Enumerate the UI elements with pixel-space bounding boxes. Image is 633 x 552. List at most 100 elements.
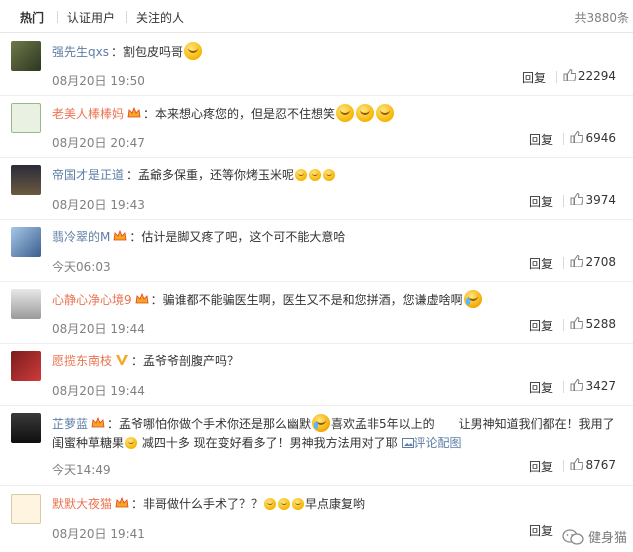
tab-divider — [57, 11, 58, 23]
like-count: 22294 — [577, 69, 616, 83]
comment-time: 今天14:49 — [52, 463, 111, 477]
emoji-smile-icon — [295, 169, 308, 181]
emoji-sad-icon — [264, 498, 277, 510]
emoji-smile-icon — [356, 104, 375, 122]
comment-username[interactable]: 愿揽东南枝 — [52, 354, 112, 368]
comment-text: 骗谁都不能骗医生啊，医生又不是和您拼酒，您谦虚啥啊 — [162, 293, 463, 307]
avatar[interactable] — [11, 103, 41, 133]
comment-username[interactable]: 老美人棒棒妈 — [52, 107, 124, 121]
emoji-smile-icon — [376, 104, 395, 122]
crown-badge-icon — [127, 107, 141, 118]
reply-button[interactable]: 回复 — [529, 131, 553, 148]
comment-item: 愿揽东南枝 ：孟爷爷剖腹产吗？ 08月20日 19:44 回复 3427 — [0, 344, 633, 406]
comment-text: 喜欢孟非5年以上的 让男神知道我们都在！我用了 — [331, 417, 615, 431]
avatar[interactable] — [11, 289, 41, 319]
comment-username[interactable]: 强先生qxs — [52, 45, 109, 59]
like-button[interactable]: 6946 — [570, 131, 616, 145]
comment-text: 孟爺多保重，还等你烤玉米呢 — [138, 168, 295, 182]
comment-time: 08月20日 19:44 — [52, 322, 145, 336]
comment-total-count: 共3880条 — [574, 11, 629, 25]
thumbs-up-icon — [570, 255, 584, 267]
avatar[interactable] — [11, 351, 41, 381]
wechat-icon — [562, 529, 584, 545]
emoji-sad-icon — [292, 498, 305, 510]
comment-username[interactable]: 翡冷翠的M — [52, 230, 110, 244]
reply-button[interactable]: 回复 — [529, 522, 553, 539]
emoji-sparkle-icon — [125, 437, 138, 449]
comment-username[interactable]: 默默大夜猫 — [52, 497, 112, 511]
reply-button[interactable]: 回复 — [529, 317, 553, 334]
tab-hot[interactable]: 热门 — [20, 9, 44, 26]
watermark-text: 健身猫 — [587, 531, 627, 546]
reply-button[interactable]: 回复 — [529, 458, 553, 475]
like-count: 3974 — [585, 193, 616, 207]
tab-verified-users[interactable]: 认证用户 — [67, 9, 115, 26]
comment-time: 08月20日 20:47 — [52, 136, 145, 150]
emoji-doge-icon — [184, 42, 203, 60]
avatar[interactable] — [11, 165, 41, 195]
comment-text: 本来想心疼您的，但是忍不住想笑 — [155, 107, 336, 121]
avatar[interactable] — [11, 41, 41, 71]
watermark: 健身猫 — [562, 527, 627, 546]
comment-username[interactable]: 帝国才是正道 — [52, 168, 124, 182]
comment-username[interactable]: 心静心净心境9 — [52, 293, 132, 307]
comment-username[interactable]: 芷萝蓝 — [52, 417, 88, 431]
comment-text: 减四十多 现在变好看多了！男神我方法用对了耶 — [141, 436, 398, 450]
crown-badge-icon — [115, 497, 129, 508]
emoji-laugh-cry-icon — [463, 290, 482, 308]
thumbs-up-icon — [570, 379, 584, 391]
comment-text: 早点康复哟 — [305, 497, 366, 511]
like-button[interactable]: 2708 — [570, 255, 616, 269]
action-divider — [563, 257, 564, 269]
like-button[interactable]: 3974 — [570, 193, 616, 207]
reply-button[interactable]: 回复 — [529, 193, 553, 210]
thumbs-up-icon — [570, 131, 584, 143]
avatar[interactable] — [11, 413, 41, 443]
comment-item: 帝国才是正道 ：孟爺多保重，还等你烤玉米呢 08月20日 19:43 回复 397… — [0, 158, 633, 220]
comment-tabs: 热门 认证用户 关注的人 共3880条 — [0, 0, 633, 33]
thumbs-up-icon — [563, 69, 576, 81]
crown-badge-icon — [113, 230, 127, 241]
action-divider — [556, 71, 557, 83]
comment-text: 闺蜜种草糖果 — [52, 436, 125, 450]
tab-following[interactable]: 关注的人 — [136, 9, 184, 26]
comment-text: 非哥做什么手术了？？ — [143, 497, 264, 511]
action-divider — [563, 133, 564, 145]
thumbs-up-icon — [570, 458, 584, 470]
reply-button[interactable]: 回复 — [522, 69, 546, 86]
comment-image-link[interactable]: 评论配图 — [414, 436, 462, 450]
comment-item: 强先生qxs ：割包皮吗哥 08月20日 19:50 回复 22294 — [0, 34, 633, 96]
reply-button[interactable]: 回复 — [529, 255, 553, 272]
like-button[interactable]: 22294 — [563, 69, 616, 83]
avatar[interactable] — [11, 494, 41, 524]
emoji-smile-icon — [336, 104, 355, 122]
comment-time: 今天06:03 — [52, 260, 111, 274]
comment-time: 08月20日 19:43 — [52, 198, 145, 212]
comment-time: 08月20日 19:44 — [52, 384, 145, 398]
avatar[interactable] — [11, 227, 41, 257]
comment-time: 08月20日 19:50 — [52, 74, 145, 88]
like-count: 6946 — [585, 131, 616, 145]
tab-divider — [126, 11, 127, 23]
action-divider — [563, 381, 564, 393]
like-button[interactable]: 8767 — [570, 458, 616, 472]
reply-button[interactable]: 回复 — [529, 379, 553, 396]
comment-item: 芷萝蓝 ：孟爷哪怕你做个手术你还是那么幽默 喜欢孟非5年以上的 让男神知道我们都在！… — [0, 406, 633, 486]
comment-time: 08月20日 19:41 — [52, 527, 145, 541]
emoji-sad-icon — [278, 498, 291, 510]
like-button[interactable]: 3427 — [570, 379, 616, 393]
verified-v-badge-icon — [116, 355, 129, 365]
comment-text: 孟爷爷剖腹产吗？ — [143, 354, 240, 368]
like-count: 2708 — [585, 255, 616, 269]
action-divider — [563, 460, 564, 472]
comment-text: 割包皮吗哥 — [123, 45, 184, 59]
like-button[interactable]: 5288 — [570, 317, 616, 331]
comment-item: 翡冷翠的M ：估计是脚又疼了吧，这个可不能大意哈 今天06:03 回复 2708 — [0, 220, 633, 282]
emoji-smile-icon — [309, 169, 322, 181]
thumbs-up-icon — [570, 317, 584, 329]
emoji-laugh-cry-icon — [312, 414, 331, 432]
like-count: 8767 — [585, 458, 616, 472]
like-count: 3427 — [585, 379, 616, 393]
crown-badge-icon — [91, 417, 105, 428]
comment-item: 老美人棒棒妈 ：本来想心疼您的，但是忍不住想笑 08月20日 20:47 回复 6… — [0, 96, 633, 158]
